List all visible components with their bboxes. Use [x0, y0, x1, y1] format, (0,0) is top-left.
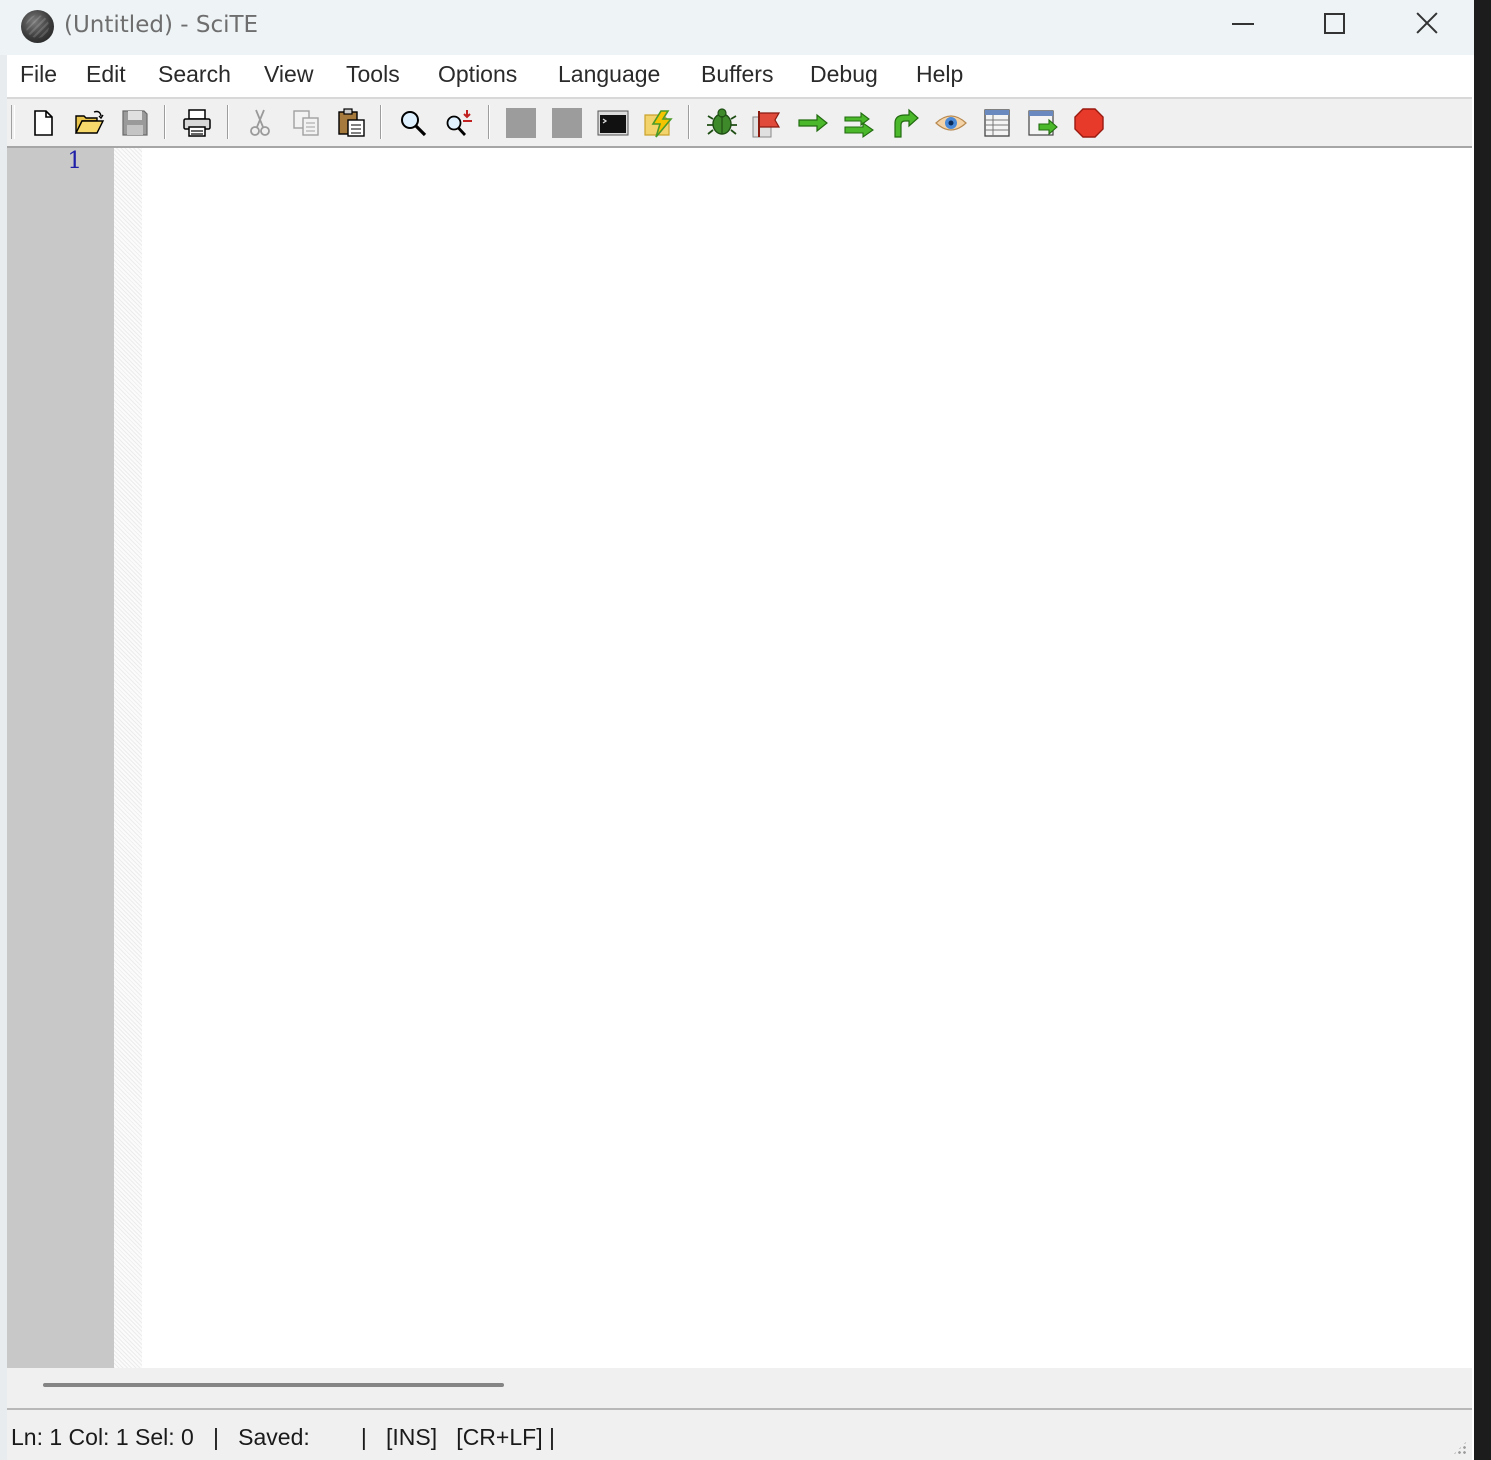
save-icon [122, 110, 148, 136]
watch-eye-icon [935, 115, 967, 131]
menu-help[interactable]: Help [916, 61, 963, 88]
toolbar-grip[interactable] [11, 105, 15, 139]
scite-window: (Untitled) - SciTE File Edit Search View… [0, 0, 1474, 1460]
step-out-icon [894, 108, 919, 138]
step-into-button[interactable] [841, 105, 877, 141]
compile-button[interactable] [503, 105, 539, 141]
stack-button[interactable] [979, 105, 1015, 141]
debug-button[interactable] [704, 105, 740, 141]
horizontal-scrollbar[interactable] [7, 1368, 1472, 1410]
close-button[interactable] [1382, 0, 1472, 50]
toolbar-separator [688, 105, 690, 139]
menu-debug[interactable]: Debug [810, 61, 878, 88]
breakpoint-button[interactable] [749, 105, 785, 141]
new-file-icon [34, 110, 53, 136]
go-button[interactable] [641, 105, 677, 141]
title-bar[interactable]: (Untitled) - SciTE [0, 0, 1474, 55]
stack-table-icon [984, 109, 1010, 137]
menu-view[interactable]: View [264, 61, 313, 88]
find-button[interactable] [395, 105, 431, 141]
breakpoint-flag-icon [752, 111, 781, 138]
scrollbar-thumb[interactable] [43, 1383, 504, 1387]
menu-options[interactable]: Options [438, 61, 517, 88]
cut-button[interactable] [242, 105, 278, 141]
step-into-icon [844, 111, 874, 139]
fold-margin[interactable] [114, 148, 142, 1368]
toolbar-separator [380, 105, 382, 139]
build-button[interactable] [549, 105, 585, 141]
minimize-button[interactable] [1198, 0, 1288, 50]
build-icon [552, 108, 582, 138]
scite-logo-icon[interactable] [21, 10, 54, 43]
watch-button[interactable] [933, 105, 969, 141]
print-button[interactable] [179, 105, 215, 141]
line-number: 1 [67, 148, 82, 174]
copy-icon [293, 110, 319, 136]
toolbar [7, 99, 1474, 148]
copy-button[interactable] [288, 105, 324, 141]
go-icon [644, 110, 673, 138]
run-to-cursor-button[interactable] [1025, 105, 1061, 141]
stop-icon [1074, 108, 1104, 138]
terminal-button[interactable] [595, 105, 631, 141]
run-to-cursor-icon [1028, 110, 1058, 136]
menu-search[interactable]: Search [158, 61, 231, 88]
line-number-margin[interactable]: 1 [7, 148, 114, 1368]
paste-button[interactable] [333, 105, 369, 141]
paste-icon [338, 108, 365, 137]
menu-file[interactable]: File [20, 61, 57, 88]
compile-icon [506, 108, 536, 138]
open-file-icon [74, 110, 105, 134]
window-right-border [1472, 97, 1474, 1460]
window-left-border [0, 55, 7, 1460]
menu-tools[interactable]: Tools [346, 61, 400, 88]
menu-buffers[interactable]: Buffers [701, 61, 773, 88]
cut-icon [250, 109, 270, 136]
toolbar-separator [227, 105, 229, 139]
status-text: Ln: 1 Col: 1 Sel: 0 | Saved: | [INS] [CR… [11, 1424, 555, 1450]
close-icon [1415, 11, 1439, 35]
menu-bar: File Edit Search View Tools Options Lang… [7, 55, 1474, 99]
save-button[interactable] [117, 105, 153, 141]
menu-edit[interactable]: Edit [86, 61, 126, 88]
open-file-button[interactable] [71, 105, 107, 141]
resize-grip-icon[interactable] [1452, 1440, 1468, 1456]
toolbar-separator [488, 105, 490, 139]
stop-button[interactable] [1071, 105, 1107, 141]
find-icon [401, 111, 427, 137]
toolbar-separator [164, 105, 166, 139]
new-file-button[interactable] [25, 105, 61, 141]
step-over-icon [798, 113, 828, 133]
editor-area[interactable]: 1 [7, 148, 1472, 1368]
print-icon [183, 109, 211, 137]
minimize-icon [1232, 23, 1254, 25]
debug-bug-icon [707, 108, 737, 135]
step-out-button[interactable] [887, 105, 923, 141]
find-replace-button[interactable] [441, 105, 477, 141]
menu-language[interactable]: Language [558, 61, 660, 88]
status-bar: Ln: 1 Col: 1 Sel: 0 | Saved: | [INS] [CR… [7, 1412, 1472, 1460]
window-title: (Untitled) - SciTE [64, 12, 259, 38]
terminal-icon [597, 110, 629, 136]
maximize-icon [1323, 12, 1345, 34]
find-replace-icon [446, 110, 472, 136]
maximize-button[interactable] [1289, 0, 1379, 50]
step-over-button[interactable] [795, 105, 831, 141]
